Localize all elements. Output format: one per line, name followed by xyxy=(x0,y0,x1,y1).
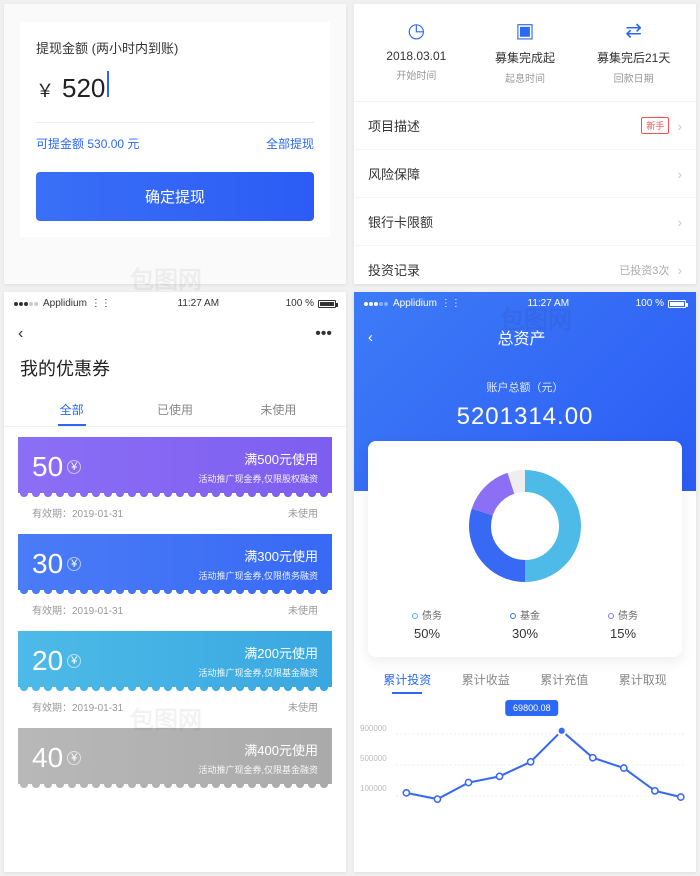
meta-interest: ▣ 募集完成起 起息时间 xyxy=(471,18,580,85)
available-value: 530.00 元 xyxy=(87,137,139,151)
meta-start: ◷ 2018.03.01 开始时间 xyxy=(362,18,471,85)
page-title: 我的优惠券 xyxy=(4,349,346,393)
row-project-desc[interactable]: 项目描述 新手› xyxy=(354,102,696,150)
status-bar: Applidium ⋮⋮ 11:27 AM 100 % xyxy=(4,292,346,315)
wifi-icon: ⋮⋮ xyxy=(91,298,111,309)
balance-value: 5201314.00 xyxy=(354,403,696,431)
more-button[interactable]: ••• xyxy=(315,325,332,343)
tab-all[interactable]: 全部 xyxy=(20,393,123,426)
signal-icon xyxy=(364,298,389,309)
withdraw-all-link[interactable]: 全部提现 xyxy=(266,135,314,152)
row-bank-limit[interactable]: 银行卡限额 › xyxy=(354,198,696,246)
tab-unused[interactable]: 未使用 xyxy=(227,393,330,426)
chevron-right-icon: › xyxy=(677,166,682,182)
coupon-item[interactable]: 20¥满200元使用活动推广现金券,仅限基金融资 有效期：2019-01-31未… xyxy=(18,631,332,720)
nav-bar: ‹ 总资产 xyxy=(354,315,696,359)
clock-icon: ◷ xyxy=(362,18,471,43)
yen-icon: ¥ xyxy=(67,751,81,765)
chevron-right-icon: › xyxy=(677,262,682,278)
stats-tabs: 累计投资 累计收益 累计充值 累计取现 xyxy=(354,657,696,696)
confirm-withdraw-button[interactable]: 确定提现 xyxy=(36,172,314,221)
coupons-panel: Applidium ⋮⋮ 11:27 AM 100 % ‹ ••• 我的优惠券 … xyxy=(4,292,346,872)
y-tick: 900000 xyxy=(360,724,387,733)
row-invest-record[interactable]: 投资记录 已投资3次› xyxy=(354,246,696,284)
donut-chart xyxy=(460,461,590,591)
row-risk[interactable]: 风险保障 › xyxy=(354,150,696,198)
legend-item: 债务15% xyxy=(608,607,638,641)
calendar-icon: ▣ xyxy=(471,18,580,43)
tab-cumulative-invest[interactable]: 累计投资 xyxy=(368,671,447,688)
yen-icon: ¥ xyxy=(67,654,81,668)
divider xyxy=(36,122,314,123)
assets-panel: Applidium ⋮⋮ 11:27 AM 100 % ‹ 总资产 账户总额（元… xyxy=(354,292,696,872)
line-chart: 900000 500000 100000 69800.08 xyxy=(354,696,696,826)
tab-cumulative-withdraw[interactable]: 累计取现 xyxy=(604,671,683,688)
coupon-tabs: 全部 已使用 未使用 xyxy=(4,393,346,427)
page-title: 总资产 xyxy=(373,325,670,349)
chart-legend: 债务50% 基金30% 债务15% xyxy=(378,607,672,641)
legend-item: 债务50% xyxy=(412,607,442,641)
tab-used[interactable]: 已使用 xyxy=(123,393,226,426)
battery-icon xyxy=(318,300,336,308)
status-time: 11:27 AM xyxy=(178,298,220,309)
currency-symbol: ￥ xyxy=(36,77,54,103)
coupon-item[interactable]: 30¥满300元使用活动推广现金券,仅限债务融资 有效期：2019-01-31未… xyxy=(18,534,332,623)
balance-label: 账户总额（元） xyxy=(354,379,696,395)
coupon-item[interactable]: 50¥满500元使用活动推广现金券,仅限股权融资 有效期：2019-01-31未… xyxy=(18,437,332,526)
available-label: 可提金额 530.00 元 xyxy=(36,135,139,152)
y-tick: 500000 xyxy=(360,754,387,763)
donut-card: 债务50% 基金30% 债务15% xyxy=(368,441,682,657)
meta-return: ⇄ 募集完后21天 回款日期 xyxy=(579,18,688,85)
y-tick: 100000 xyxy=(360,784,387,793)
newbie-badge: 新手 xyxy=(641,117,669,134)
withdraw-amount-input[interactable]: ￥ 520 xyxy=(36,71,314,104)
chevron-right-icon: › xyxy=(677,214,682,230)
amount-value: 520 xyxy=(62,73,105,104)
battery-icon xyxy=(668,300,686,308)
tab-cumulative-income[interactable]: 累计收益 xyxy=(447,671,526,688)
project-panel: ◷ 2018.03.01 开始时间 ▣ 募集完成起 起息时间 ⇄ 募集完后21天… xyxy=(354,4,696,284)
return-icon: ⇄ xyxy=(579,18,688,43)
wifi-icon: ⋮⋮ xyxy=(441,298,461,309)
signal-icon xyxy=(14,298,39,309)
legend-item: 基金30% xyxy=(510,607,540,641)
coupon-item[interactable]: 40¥满400元使用活动推广现金券,仅限基金融资 xyxy=(18,728,332,788)
tab-cumulative-deposit[interactable]: 累计充值 xyxy=(525,671,604,688)
withdraw-panel: 提现金额 (两小时内到账) ￥ 520 可提金额 530.00 元 全部提现 确… xyxy=(4,4,346,284)
chevron-right-icon: › xyxy=(677,118,682,134)
status-bar: Applidium ⋮⋮ 11:27 AM 100 % xyxy=(354,292,696,315)
status-time: 11:27 AM xyxy=(528,298,570,309)
nav-bar: ‹ ••• xyxy=(4,315,346,349)
coupon-list: 50¥满500元使用活动推广现金券,仅限股权融资 有效期：2019-01-31未… xyxy=(4,427,346,806)
yen-icon: ¥ xyxy=(67,557,81,571)
withdraw-label: 提现金额 (两小时内到账) xyxy=(36,38,314,57)
text-cursor xyxy=(107,71,109,97)
back-button[interactable]: ‹ xyxy=(18,325,23,343)
project-meta: ◷ 2018.03.01 开始时间 ▣ 募集完成起 起息时间 ⇄ 募集完后21天… xyxy=(354,4,696,102)
yen-icon: ¥ xyxy=(67,460,81,474)
